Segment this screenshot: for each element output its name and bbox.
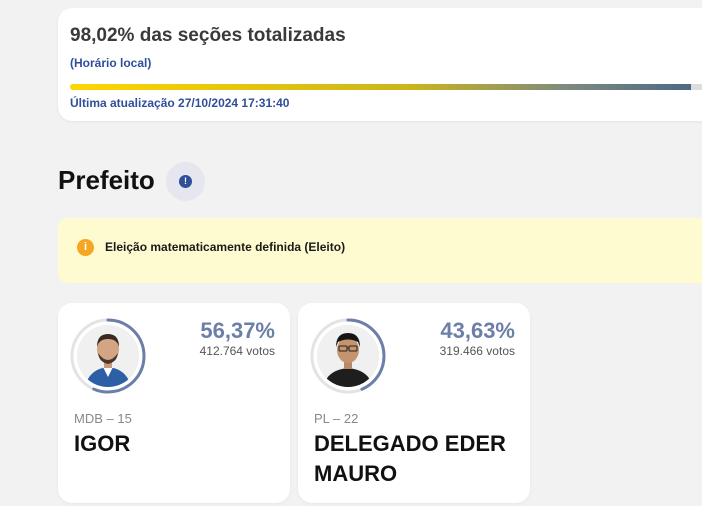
info-circle-icon: i <box>77 239 94 256</box>
candidate-party: PL – 22 <box>314 411 359 426</box>
candidate-party: MDB – 15 <box>74 411 132 426</box>
candidate-avatar-wrap <box>69 317 147 395</box>
candidate-photo <box>317 325 379 387</box>
timezone-note: (Horário local) <box>70 56 152 70</box>
info-icon: ! <box>179 175 192 188</box>
last-update-text: Última atualização 27/10/2024 17:31:40 <box>70 96 290 110</box>
totalization-title: 98,02% das seções totalizadas <box>70 25 346 46</box>
candidate-percent: 56,37% <box>200 318 275 343</box>
alert-text: Eleição matematicamente definida (Eleito… <box>105 240 346 254</box>
candidate-name: IGOR <box>74 431 131 456</box>
progress-fill <box>70 84 692 90</box>
candidate-photo <box>77 325 139 387</box>
candidate-votes: 412.764 votos <box>199 344 275 358</box>
office-info-button[interactable]: ! <box>166 162 205 201</box>
candidate-percent: 43,63% <box>440 318 515 343</box>
candidate-votes: 319.466 votos <box>439 344 515 358</box>
totalization-card: 98,02% das seções totalizadas (Horário l… <box>58 8 702 121</box>
totalization-progress-bar <box>70 84 702 90</box>
election-status-alert: i Eleição matematicamente definida (Elei… <box>58 218 702 283</box>
candidate-card[interactable]: 56,37% 412.764 votos MDB – 15 IGOR <box>58 303 290 503</box>
office-title: Prefeito <box>58 165 155 195</box>
candidate-name: DELEGADO EDER MAURO <box>314 431 506 486</box>
candidate-card[interactable]: 43,63% 319.466 votos PL – 22 DELEGADO ED… <box>298 303 530 503</box>
candidate-avatar-wrap <box>309 317 387 395</box>
